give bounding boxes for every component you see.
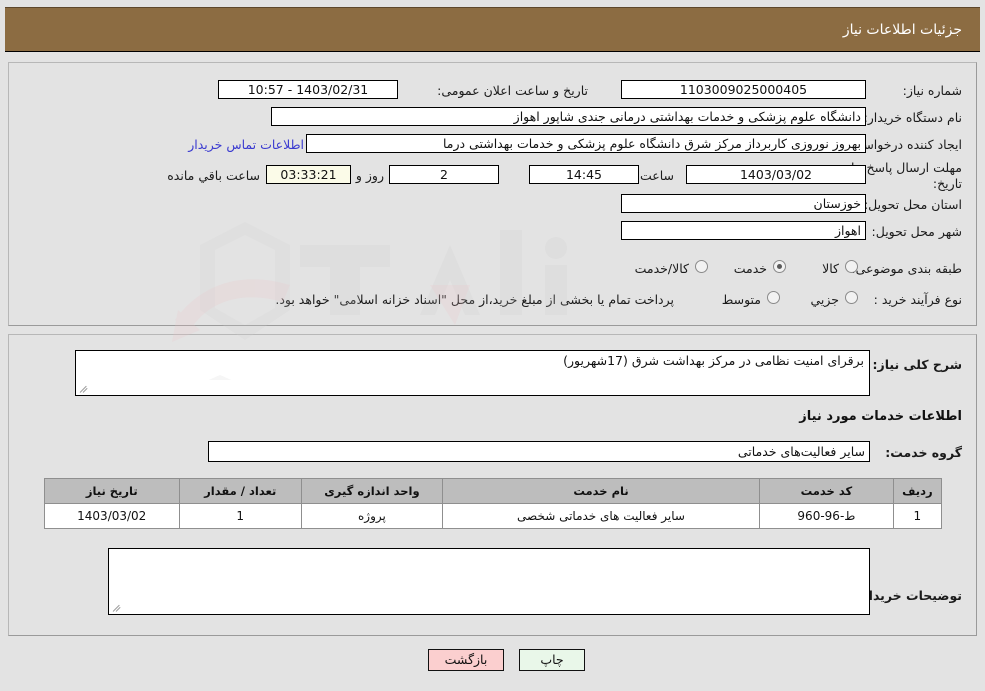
radio-category-khedmat[interactable] <box>773 260 786 273</box>
label-buyer-notes: توضیحات خریدار: <box>856 588 962 603</box>
th-unit: واحد اندازه گیری <box>300 478 443 504</box>
label-buyer-org: نام دستگاه خریدار: <box>863 110 962 125</box>
cell-quantity: 1 <box>178 503 302 529</box>
label-need-description: شرح کلی نیاز: <box>872 357 962 372</box>
radio-category-kala-khedmat[interactable] <box>695 260 708 273</box>
field-countdown-timer: 03:33:21 <box>266 165 351 184</box>
label-deadline-hour: ساعت <box>639 168 674 183</box>
field-announce-datetime: 1403/02/31 - 10:57 <box>218 80 398 99</box>
label-category-kala: کالا <box>822 261 839 276</box>
label-need-number: شماره نیاز: <box>902 83 962 98</box>
back-button[interactable]: بازگشت <box>428 649 504 671</box>
resize-handle-icon[interactable] <box>79 383 89 393</box>
window-title-bar: جزئیات اطلاعات نیاز <box>5 7 980 52</box>
resize-handle-icon-2[interactable] <box>112 602 122 612</box>
label-process-motevaset: متوسط <box>721 292 761 307</box>
label-category-kala-khedmat: کالا/خدمت <box>634 261 689 276</box>
services-section-heading: اطلاعات خدمات مورد نیاز <box>799 409 962 424</box>
radio-category-kala[interactable] <box>845 260 858 273</box>
table-header-row: ردیف کد خدمت نام خدمت واحد اندازه گیری ت… <box>44 478 943 504</box>
radio-process-motevaset[interactable] <box>767 291 780 304</box>
label-service-group: گروه خدمت: <box>885 445 962 460</box>
th-radif: ردیف <box>892 478 943 504</box>
cell-radif: 1 <box>892 503 943 529</box>
label-process-jozii: جزیي <box>810 292 839 307</box>
cell-service-code: ط-96-960 <box>759 503 894 529</box>
buyer-notes-textarea[interactable] <box>108 548 870 615</box>
need-summary-panel: شماره نیاز: 1103009025000405 تاریخ و ساع… <box>8 62 977 326</box>
label-purchase-process: نوع فرآیند خرید : <box>873 292 962 307</box>
cell-need-date: 1403/03/02 <box>44 503 180 529</box>
label-days: روز و <box>355 168 384 183</box>
field-buyer-org: دانشگاه علوم پزشکی و خدمات بهداشتی درمان… <box>271 107 866 126</box>
th-service-code: کد خدمت <box>759 478 894 504</box>
page-title: جزئیات اطلاعات نیاز <box>842 21 962 38</box>
need-description-textarea[interactable]: برقرای امنیت نظامی در مرکز بهداشت شرق (1… <box>75 350 870 396</box>
page-root: جزئیات اطلاعات نیاز شماره نیاز: 11030090… <box>0 0 985 691</box>
label-announce-datetime: تاریخ و ساعت اعلان عمومی: <box>437 83 588 98</box>
cell-service-name: سایر فعالیت های خدماتی شخصی <box>441 503 761 529</box>
field-delivery-city: اهواز <box>621 221 866 240</box>
field-service-group: سایر فعالیت‌های خدماتی <box>208 441 870 462</box>
th-service-name: نام خدمت <box>441 478 761 504</box>
label-delivery-city: شهر محل تحویل: <box>871 224 962 239</box>
need-description-value: برقرای امنیت نظامی در مرکز بهداشت شرق (1… <box>563 353 864 368</box>
label-delivery-province: استان محل تحویل: <box>863 197 962 212</box>
label-response-deadline-line2: تاریخ: <box>932 176 962 191</box>
label-subject-category: طبقه بندی موضوعی: <box>851 261 962 276</box>
treasury-note: پرداخت تمام یا بخشی از مبلغ خرید،از محل … <box>275 292 674 307</box>
field-need-number: 1103009025000405 <box>621 80 866 99</box>
label-category-khedmat: خدمت <box>733 261 767 276</box>
field-days-remaining: 2 <box>389 165 499 184</box>
field-request-creator: بهروز نوروزی کاربرداز مرکز شرق دانشگاه ع… <box>306 134 866 153</box>
field-deadline-date: 1403/03/02 <box>686 165 866 184</box>
cell-unit: پروژه <box>300 503 443 529</box>
label-hours-remaining: ساعت باقي مانده <box>167 168 260 183</box>
th-need-date: تاریخ نیاز <box>44 478 180 504</box>
buyer-contact-link[interactable]: اطلاعات تماس خریدار <box>188 137 304 152</box>
radio-process-jozii[interactable] <box>845 291 858 304</box>
label-response-deadline-line1: مهلت ارسال پاسخ: تا <box>851 160 962 175</box>
th-quantity: تعداد / مقدار <box>178 478 302 504</box>
print-button[interactable]: چاپ <box>519 649 585 671</box>
table-row: 1 ط-96-960 سایر فعالیت های خدماتی شخصی پ… <box>44 503 943 529</box>
field-deadline-hour: 14:45 <box>529 165 639 184</box>
services-table: ردیف کد خدمت نام خدمت واحد اندازه گیری ت… <box>44 478 943 529</box>
field-delivery-province: خوزستان <box>621 194 866 213</box>
